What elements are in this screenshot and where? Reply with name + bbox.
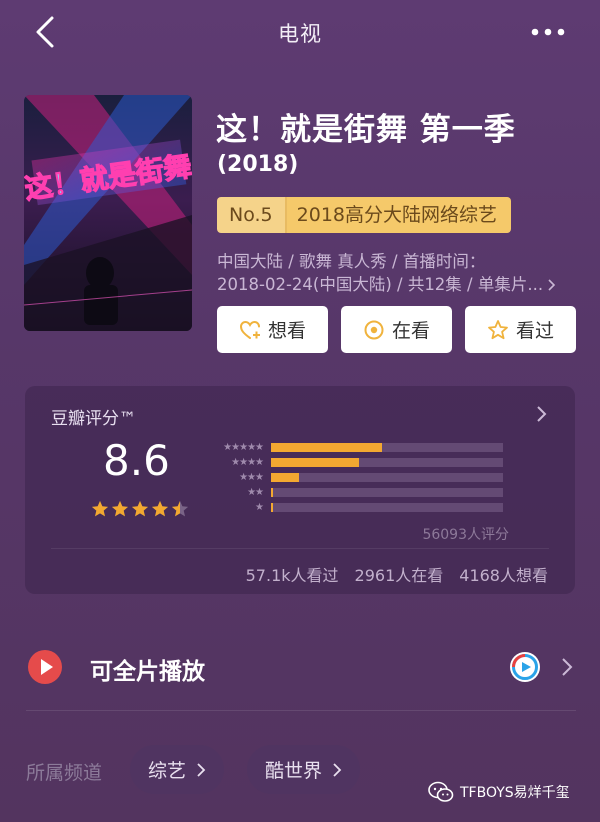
chevron-right-icon [562,658,573,676]
meta-line-premiere: 2018-02-24(中国大陆) / 共12集 / 单集片... [217,273,577,296]
youku-icon [510,652,540,682]
rating-bar-track [271,443,503,452]
rating-bar-fill [271,443,383,452]
watermark-text: TFBOYS易烊千玺 [460,785,570,801]
rating-bar-fill [271,488,274,497]
show-title: 这！就是街舞 第一季 [216,112,516,148]
target-icon [364,320,384,339]
wechat-icon [428,781,454,802]
rating-label: 豆瓣评分™ [51,409,136,429]
rating-bar-track [271,458,503,467]
header: 电视 [0,0,600,66]
rank-number: No.5 [217,197,287,233]
star-icon [131,500,149,517]
rating-bar-stars: ★★★ [239,472,264,483]
star-icon [111,500,129,517]
rank-list-name: 2018高分大陆网络综艺 [286,197,511,233]
watched-button[interactable]: 看过 [465,306,576,353]
more-icon[interactable] [530,22,566,42]
poster-image[interactable]: 这！就是街舞 [24,95,192,331]
watched-count: 57.1k人看过 [245,566,339,585]
rating-bar-row: ★★★★ [209,455,503,470]
play-icon [28,650,62,684]
rank-badge[interactable]: No.5 2018高分大陆网络综艺 [217,197,511,233]
chevron-right-icon [548,278,556,291]
watermark: TFBOYS易烊千玺 [428,781,570,803]
meta-line-genre: 中国大陆 / 歌舞 真人秀 / 首播时间： [217,252,486,271]
show-meta[interactable]: 中国大陆 / 歌舞 真人秀 / 首播时间： 2018-02-24(中国大陆) /… [217,250,577,296]
rating-distribution: ★★★★★ ★★★★ ★★★ ★★ ★ [209,440,503,515]
rating-bar-fill [271,473,299,482]
full-play-row[interactable]: 可全片播放 [0,636,600,696]
watching-count: 2961人在看 [354,566,444,585]
rating-bar-track [271,503,503,512]
heart-plus-icon [239,320,260,339]
rating-bar-row: ★★★★★ [209,440,503,455]
rating-bar-stars: ★ [255,502,264,513]
rating-bar-fill [271,503,274,512]
divider [26,710,576,711]
rating-bar-stars: ★★★★ [231,457,264,468]
star-icon [151,500,169,517]
channel-chip-cool-world[interactable]: 酷世界 [247,745,361,794]
rating-bar-stars: ★★ [247,487,264,498]
star-icon [91,500,109,517]
rating-bar-track [271,473,503,482]
want-label: 想看 [267,320,306,342]
rating-bar-stars: ★★★★★ [223,442,264,453]
star-outline-icon [488,319,508,339]
channel-chip-label: 酷世界 [265,760,323,782]
rating-score: 8.6 [103,436,170,485]
movie-detail-page: 电视 这！就是街舞 这！就是街舞 第一季 (2018) No.5 2018高分大… [0,0,600,822]
rating-bar-track [271,488,503,497]
rating-bar-row: ★★★ [209,470,503,485]
chevron-right-icon [333,762,342,777]
chevron-right-icon [197,762,206,777]
meta-premiere-text: 2018-02-24(中国大陆) / 共12集 / 单集片... [217,275,544,294]
channel-chip-label: 综艺 [148,760,187,782]
star-icon [171,500,189,517]
action-buttons: 想看 在看 看过 [217,306,576,353]
rating-bar-row: ★★ [209,485,503,500]
channel-label: 所属频道 [26,762,103,784]
watching-label: 在看 [391,320,430,342]
divider [51,548,549,549]
rating-count: 56093人评分 [422,527,509,543]
chevron-right-icon[interactable] [535,404,549,424]
show-year: (2018) [217,152,299,177]
watched-label: 看过 [515,320,554,342]
rating-stars [91,500,189,518]
page-title: 电视 [278,22,322,46]
rating-stats: 57.1k人看过 2961人在看 4168人想看 [246,562,548,586]
want-count: 4168人想看 [459,566,548,585]
poster-art: 这！就是街舞 [24,95,192,331]
watching-button[interactable]: 在看 [341,306,452,353]
rating-card[interactable]: 豆瓣评分™ 8.6 ★★★★★ ★★★★ ★★★ ★★ ★ 56093人评分 57.1k… [25,386,575,594]
rating-bar-fill [271,458,360,467]
rating-bar-row: ★ [209,500,503,515]
want-button[interactable]: 想看 [217,306,328,353]
channel-chip-variety[interactable]: 综艺 [130,745,225,794]
play-label: 可全片播放 [90,659,205,685]
